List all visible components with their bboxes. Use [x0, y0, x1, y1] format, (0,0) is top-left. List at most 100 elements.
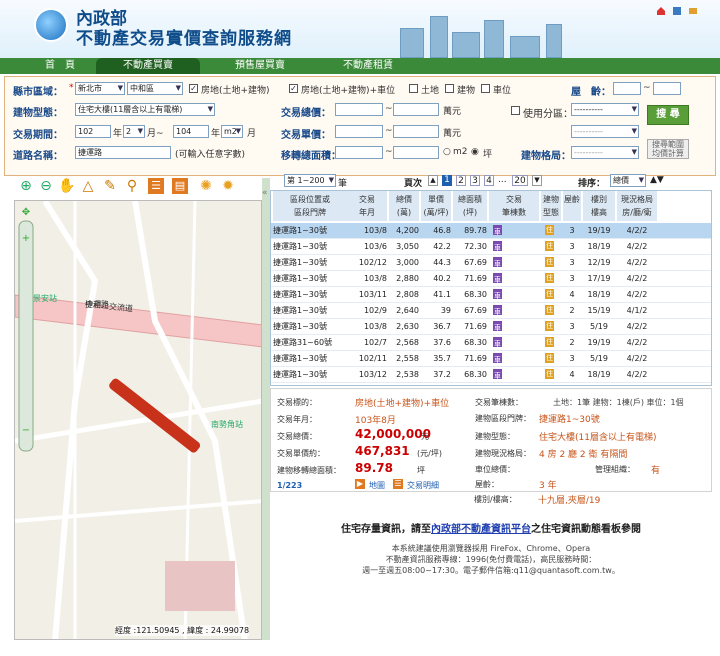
next-page-icon[interactable]: ▼ [532, 175, 542, 186]
col-header[interactable]: 區段位置或 區段門牌 [273, 191, 347, 221]
age-max-input[interactable] [653, 82, 681, 95]
county-select[interactable]: 新北市 [75, 82, 125, 95]
measure-icon[interactable]: △ [80, 178, 96, 194]
map-link[interactable]: 地圖 [369, 480, 385, 491]
calc-button[interactable]: 搜尋範圍 均價計算 [647, 139, 689, 159]
mail-icon[interactable] [688, 6, 698, 16]
table-row[interactable]: 捷運路1~30號103/82,63036.771.69土建車住35/194/2/… [271, 319, 711, 335]
total-min-input[interactable] [335, 103, 383, 116]
detail-type: 住宅大樓(11層含以上有電梯) [539, 433, 657, 443]
nav-rent[interactable]: 不動產租賃 [316, 58, 420, 74]
start-year-input[interactable]: 102 [75, 125, 111, 138]
chart-icon[interactable]: ▤ [172, 178, 188, 194]
chk-land-build[interactable]: ✓ [189, 84, 198, 93]
footer-platform-link[interactable]: 內政部不動產資訊平台 [431, 524, 531, 535]
find-icon[interactable]: ⚲ [124, 178, 140, 194]
radio-ping[interactable]: ◉ [471, 147, 479, 157]
park-badge: 車 [493, 305, 502, 316]
age-min-input[interactable] [613, 82, 641, 95]
layout-select[interactable]: ---------- [571, 146, 639, 159]
nav-home[interactable]: 首 頁 [30, 58, 90, 74]
pan-hand-icon[interactable]: ✋ [58, 178, 75, 194]
cell-age: 3 [569, 354, 575, 363]
unit-max-input[interactable] [393, 125, 439, 138]
pages-label: 頁次 [404, 179, 423, 189]
col-header[interactable]: 總面積 (坪) [453, 191, 487, 221]
draw-icon[interactable]: ✎ [102, 178, 118, 194]
use-select[interactable]: ---------- [571, 103, 639, 116]
col-header[interactable]: 現況格局 房/廳/衛 [617, 191, 657, 221]
page-size-select[interactable]: 第 1~200 [284, 174, 336, 187]
chk-use-zone[interactable] [511, 106, 520, 115]
page-4[interactable]: 4 [484, 175, 494, 186]
cell-addr: 捷運路1~30號 [273, 274, 327, 283]
col-header[interactable]: 交易 筆棟數 [489, 191, 539, 221]
table-row[interactable]: 捷運路1~30號102/92,6403967.69土建車住215/194/1/2 [271, 303, 711, 319]
chk-land[interactable] [409, 84, 418, 93]
results-toolbar: 第 1~200 筆 頁次 ▲ 1 2 3 4 ... 20 ▼ 排序： 總價 ▲… [272, 174, 712, 189]
area-min-input[interactable] [335, 146, 383, 159]
settings-icon[interactable]: ✹ [220, 178, 236, 194]
nav-presale[interactable]: 預售屋買賣 [208, 58, 312, 74]
cell-layout: 4/2/2 [626, 226, 648, 235]
page-1[interactable]: 1 [442, 175, 452, 186]
nav-sale[interactable]: 不動產買賣 [96, 58, 200, 74]
col-header[interactable]: 建物 型態 [541, 191, 561, 221]
page-2[interactable]: 2 [456, 175, 466, 186]
sort-select[interactable]: 總價 [610, 174, 646, 187]
table-row[interactable]: 捷運路1~30號102/112,55835.771.69土建車住35/194/2… [271, 351, 711, 367]
col-header[interactable]: 交易 年月 [347, 191, 387, 221]
area-max-input[interactable] [393, 146, 439, 159]
road-input[interactable]: 捷運路 [75, 146, 171, 159]
unit-min-input[interactable] [335, 125, 383, 138]
table-row[interactable]: 捷運路1~30號103/122,53837.268.30土建車住418/194/… [271, 367, 711, 383]
cell-total: 2,880 [396, 274, 419, 283]
chk-land-build-park[interactable]: ✓ [289, 84, 298, 93]
layer-icon[interactable]: ☰ [148, 178, 164, 194]
page-20[interactable]: 20 [512, 175, 528, 186]
cell-date: 103/8 [363, 226, 387, 235]
radio-m2[interactable]: ○ [443, 147, 451, 157]
prev-page-icon[interactable]: ▲ [428, 175, 438, 186]
total-max-input[interactable] [393, 103, 439, 116]
district-select[interactable]: 中和區 [127, 82, 183, 95]
table-row[interactable]: 捷運路1~30號103/82,88040.271.69土建車住317/194/2… [271, 271, 711, 287]
page-3[interactable]: 3 [470, 175, 480, 186]
home-icon[interactable] [656, 6, 666, 16]
detail-unit: 467,831 [355, 444, 410, 458]
col-header-line1: 交易 [506, 195, 522, 204]
zoom-in-icon[interactable]: ⊕ [18, 178, 34, 194]
sitemap-icon[interactable] [672, 6, 682, 16]
col-header[interactable]: 總價 (萬) [389, 191, 419, 221]
zoom-out-icon[interactable]: ⊖ [38, 178, 54, 194]
unit-tilde: ~ [385, 126, 393, 136]
col-header[interactable]: 單價 (萬/坪) [421, 191, 451, 221]
detail-link[interactable]: 交易明細 [407, 480, 439, 491]
map-collapse-bar[interactable]: « [262, 178, 270, 640]
cell-unit: 41.1 [433, 290, 451, 299]
map-link-icon[interactable]: ▶ [355, 479, 365, 489]
start-month-select[interactable]: 2 [123, 125, 145, 138]
col-header[interactable]: 屋齡 [563, 191, 581, 221]
use-sub-select[interactable]: ---------- [571, 125, 639, 138]
chk-build[interactable] [445, 84, 454, 93]
sun-icon[interactable]: ✺ [198, 178, 214, 194]
table-row[interactable]: 捷運路31~60號102/72,56837.668.30土建車住219/194/… [271, 335, 711, 351]
end-year-input[interactable]: 104 [173, 125, 209, 138]
table-row[interactable]: 捷運路1~30號103/112,80841.168.30土建車住418/194/… [271, 287, 711, 303]
table-row[interactable]: 捷運路1~30號103/63,05042.272.30土建車住318/194/2… [271, 239, 711, 255]
type-select[interactable]: 住宅大樓(11層含以上有電梯) [75, 103, 215, 116]
table-row[interactable]: 捷運路1~30號102/123,00044.367.69土建車住312/194/… [271, 255, 711, 271]
sort-asc-icon[interactable]: ▲▼ [650, 175, 664, 185]
table-row[interactable]: 捷運路1~30號103/84,20046.889.78土建車住319/194/2… [271, 223, 711, 239]
cell-age: 3 [569, 274, 575, 283]
cell-addr: 捷運路1~30號 [273, 354, 327, 363]
search-button[interactable]: 搜 尋 [647, 105, 689, 125]
col-header[interactable]: 樓別 樓高 [583, 191, 615, 221]
end-month-select[interactable]: m2 [221, 125, 243, 138]
map-view[interactable]: + − ✥ 捷運路 中和二交流道 景安站 南勢角站 經度 :121.50945 … [14, 200, 262, 640]
detail-link-icon[interactable]: ☰ [393, 479, 403, 489]
detail-index: 1/223 [277, 481, 303, 490]
main-nav: 首 頁 不動產買賣 預售屋買賣 不動產租賃 [0, 58, 720, 74]
chk-park[interactable] [481, 84, 490, 93]
